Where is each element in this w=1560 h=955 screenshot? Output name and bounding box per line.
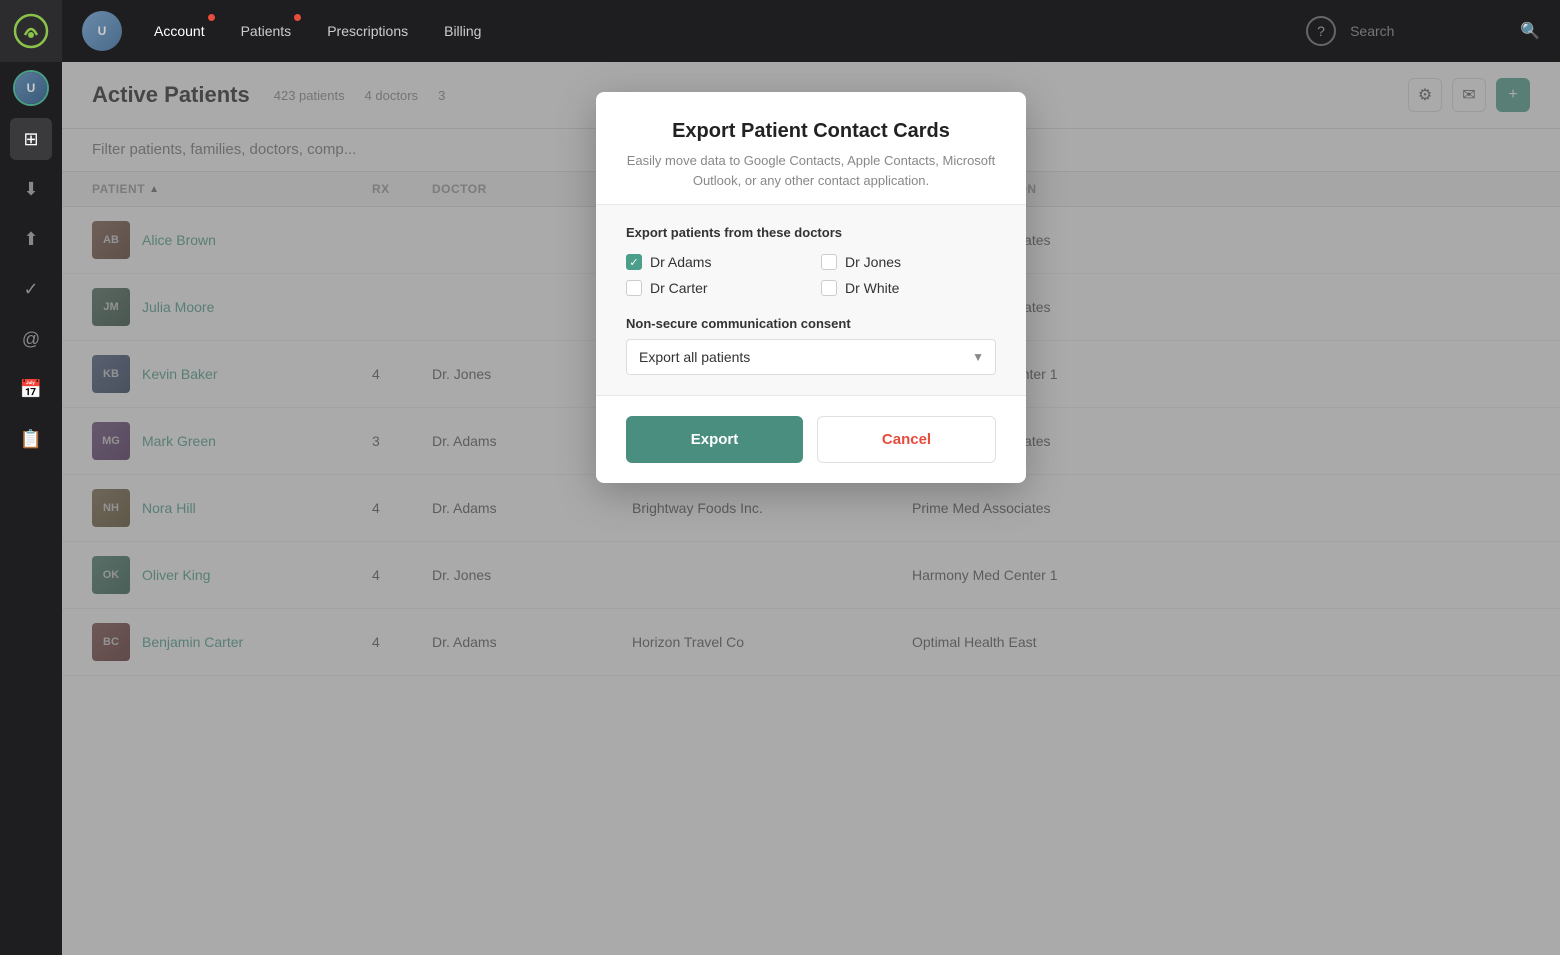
patients-notification-dot bbox=[294, 14, 301, 21]
modal-subtitle: Easily move data to Google Contacts, App… bbox=[626, 151, 996, 190]
cancel-button[interactable]: Cancel bbox=[817, 416, 996, 463]
consent-select-wrapper: Export all patientsOnly consented patien… bbox=[626, 339, 996, 375]
sidebar-item-check[interactable]: ✓ bbox=[10, 268, 52, 310]
modal-footer: Export Cancel bbox=[596, 396, 1026, 483]
doctors-grid: ✓ Dr Adams Dr Jones Dr Carter Dr White bbox=[626, 254, 996, 296]
sidebar-item-dashboard[interactable]: ⊞ bbox=[10, 118, 52, 160]
sidebar-item-upload[interactable]: ⬆ bbox=[10, 218, 52, 260]
search-icon[interactable]: 🔍 bbox=[1520, 21, 1540, 41]
page-content: Active Patients 423 patients 4 doctors 3… bbox=[62, 62, 1560, 955]
sidebar-user-avatar[interactable]: U bbox=[13, 70, 49, 106]
doctor-option-dr-white[interactable]: Dr White bbox=[821, 280, 996, 296]
doctor-checkbox[interactable] bbox=[821, 254, 837, 270]
sidebar-item-notes[interactable]: 📋 bbox=[10, 418, 52, 460]
sidebar-item-download[interactable]: ⬇ bbox=[10, 168, 52, 210]
search-input[interactable] bbox=[1350, 23, 1510, 39]
topnav: U Account Patients Prescriptions Billing… bbox=[62, 0, 1560, 62]
doctor-label: Dr Carter bbox=[650, 280, 708, 296]
doctor-label: Dr White bbox=[845, 280, 899, 296]
nav-prescriptions[interactable]: Prescriptions bbox=[309, 0, 426, 62]
nav-account[interactable]: Account bbox=[136, 0, 223, 62]
sidebar-item-calendar[interactable]: 📅 bbox=[10, 368, 52, 410]
doctor-checkbox[interactable] bbox=[626, 280, 642, 296]
export-button[interactable]: Export bbox=[626, 416, 803, 463]
doctor-label: Dr Adams bbox=[650, 254, 711, 270]
topnav-user-avatar[interactable]: U bbox=[82, 11, 122, 51]
help-button[interactable]: ? bbox=[1306, 16, 1336, 46]
modal-overlay[interactable]: Export Patient Contact Cards Easily move… bbox=[62, 62, 1560, 955]
doctor-option-dr-adams[interactable]: ✓ Dr Adams bbox=[626, 254, 801, 270]
nav-billing[interactable]: Billing bbox=[426, 0, 499, 62]
sidebar-item-mail[interactable]: @ bbox=[10, 318, 52, 360]
modal-header: Export Patient Contact Cards Easily move… bbox=[596, 92, 1026, 204]
modal-title: Export Patient Contact Cards bbox=[626, 120, 996, 143]
doctor-checkbox[interactable] bbox=[821, 280, 837, 296]
doctor-label: Dr Jones bbox=[845, 254, 901, 270]
doctor-option-dr-jones[interactable]: Dr Jones bbox=[821, 254, 996, 270]
sidebar: U ⊞ ⬇ ⬆ ✓ @ 📅 📋 bbox=[0, 0, 62, 955]
app-logo[interactable] bbox=[0, 0, 62, 62]
export-modal: Export Patient Contact Cards Easily move… bbox=[596, 92, 1026, 483]
modal-body: Export patients from these doctors ✓ Dr … bbox=[596, 204, 1026, 396]
doctors-section-label: Export patients from these doctors bbox=[626, 225, 996, 240]
consent-select[interactable]: Export all patientsOnly consented patien… bbox=[626, 339, 996, 375]
nav-patients[interactable]: Patients bbox=[223, 0, 310, 62]
doctor-option-dr-carter[interactable]: Dr Carter bbox=[626, 280, 801, 296]
consent-section-label: Non-secure communication consent bbox=[626, 316, 996, 331]
doctor-checkbox[interactable]: ✓ bbox=[626, 254, 642, 270]
main-area: U Account Patients Prescriptions Billing… bbox=[62, 0, 1560, 955]
account-notification-dot bbox=[208, 14, 215, 21]
